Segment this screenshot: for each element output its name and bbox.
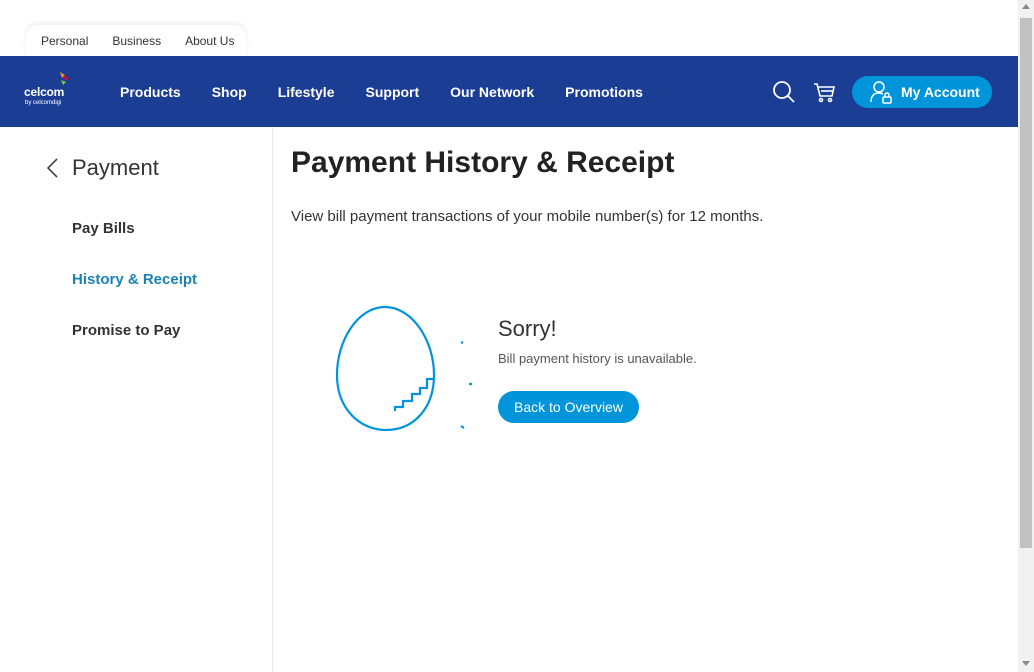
segment-personal[interactable]: Personal — [41, 34, 88, 48]
page-scrollbar[interactable] — [1018, 0, 1034, 672]
main-navbar: celcom by celcomdigi Products Shop Lifes… — [0, 56, 1018, 127]
scroll-thumb[interactable] — [1020, 18, 1032, 548]
cart-icon[interactable] — [812, 80, 836, 104]
nav-support[interactable]: Support — [366, 84, 420, 100]
sidebar: Payment Pay Bills History & Receipt Prom… — [0, 127, 273, 672]
nav-lifestyle[interactable]: Lifestyle — [278, 84, 335, 100]
page-title: Payment History & Receipt — [291, 146, 675, 179]
segment-tabs: Personal Business About Us — [26, 25, 246, 56]
search-icon[interactable] — [772, 80, 796, 104]
segment-about-us[interactable]: About Us — [185, 34, 234, 48]
back-to-overview-button[interactable]: Back to Overview — [498, 391, 639, 423]
logo-mark-icon — [60, 72, 69, 85]
nav-our-network[interactable]: Our Network — [450, 84, 534, 100]
nav-shop[interactable]: Shop — [212, 84, 247, 100]
sidebar-item-history-receipt[interactable]: History & Receipt — [72, 271, 197, 288]
celcom-logo[interactable]: celcom by celcomdigi — [24, 72, 72, 108]
chevron-left-icon — [46, 158, 58, 178]
user-lock-icon — [870, 81, 892, 104]
cracked-egg-icon — [330, 300, 480, 440]
empty-state-message: Bill payment history is unavailable. — [498, 351, 697, 366]
segment-business[interactable]: Business — [112, 34, 161, 48]
my-account-label: My Account — [901, 84, 980, 100]
sidebar-item-pay-bills[interactable]: Pay Bills — [72, 220, 135, 237]
nav-products[interactable]: Products — [120, 84, 181, 100]
nav-links: Products Shop Lifestyle Support Our Netw… — [120, 56, 674, 127]
logo-sub: by celcomdigi — [25, 100, 62, 106]
logo-brand: celcom — [24, 85, 65, 99]
nav-promotions[interactable]: Promotions — [565, 84, 643, 100]
sidebar-item-promise-to-pay[interactable]: Promise to Pay — [72, 322, 180, 339]
my-account-button[interactable]: My Account — [852, 76, 992, 108]
back-to-payment[interactable]: Payment — [44, 155, 159, 181]
sidebar-title: Payment — [72, 155, 159, 180]
scroll-up-arrow-icon[interactable] — [1022, 4, 1030, 9]
page-description: View bill payment transactions of your m… — [291, 208, 764, 225]
scroll-down-arrow-icon[interactable] — [1022, 661, 1030, 666]
empty-state-title: Sorry! — [498, 316, 557, 341]
